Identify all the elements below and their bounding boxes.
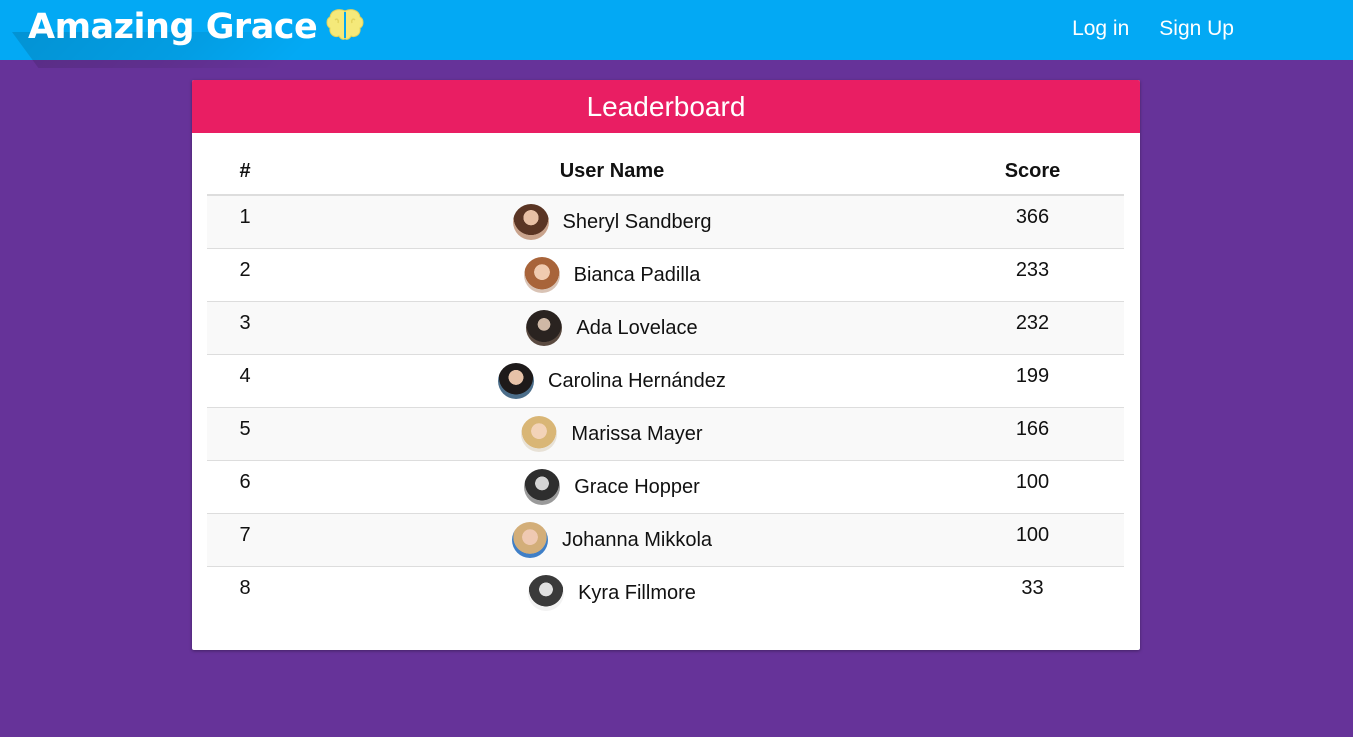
user-name: Bianca Padilla — [573, 263, 701, 286]
leaderboard-title: Leaderboard — [192, 80, 1140, 133]
signup-link[interactable]: Sign Up — [1159, 17, 1234, 41]
user-info[interactable]: Marissa Mayer — [521, 408, 703, 460]
user-cell: Ada Lovelace — [283, 301, 941, 355]
user-info[interactable]: Carolina Hernández — [498, 355, 726, 407]
score-cell: 233 — [941, 248, 1124, 302]
score-cell: 366 — [941, 195, 1124, 249]
leaderboard-card: Leaderboard # User Name Score 1 Sheryl Sa… — [192, 80, 1140, 650]
table-row[interactable]: 5 Marissa Mayer 166 — [207, 407, 1124, 461]
table-row[interactable]: 1 Sheryl Sandberg 366 — [207, 195, 1124, 249]
user-info[interactable]: Sheryl Sandberg — [512, 196, 712, 248]
user-info[interactable]: Grace Hopper — [524, 461, 700, 513]
user-info[interactable]: Kyra Fillmore — [528, 567, 696, 619]
user-name: Ada Lovelace — [576, 316, 698, 339]
table-row[interactable]: 3 Ada Lovelace 232 — [207, 301, 1124, 355]
table-row[interactable]: 6 Grace Hopper 100 — [207, 460, 1124, 514]
table-row[interactable]: 4 Carolina Hernández 199 — [207, 354, 1124, 408]
user-cell: Marissa Mayer — [283, 407, 941, 461]
avatar — [511, 522, 548, 558]
rank-cell: 2 — [207, 248, 283, 302]
user-name: Kyra Fillmore — [578, 581, 696, 604]
rank-cell: 8 — [207, 566, 283, 619]
brain-icon — [326, 9, 364, 40]
user-info[interactable]: Johanna Mikkola — [511, 514, 713, 566]
brand-logo[interactable]: Amazing Grace — [28, 2, 365, 52]
user-info[interactable]: Ada Lovelace — [526, 302, 698, 354]
leaderboard-table: # User Name Score 1 Sheryl Sandberg 366 2 Bi… — [207, 156, 1124, 619]
avatar — [521, 416, 558, 452]
user-cell: Bianca Padilla — [283, 248, 941, 302]
rank-cell: 6 — [207, 460, 283, 514]
column-header-score[interactable]: Score — [941, 156, 1124, 196]
avatar — [528, 575, 565, 611]
user-name: Johanna Mikkola — [561, 528, 713, 551]
user-cell: Grace Hopper — [283, 460, 941, 514]
user-cell: Johanna Mikkola — [283, 513, 941, 567]
brand-name: Amazing Grace — [28, 7, 318, 47]
avatar — [526, 310, 563, 346]
score-cell: 100 — [941, 513, 1124, 567]
rank-cell: 1 — [207, 195, 283, 249]
table-row[interactable]: 7 Johanna Mikkola 100 — [207, 513, 1124, 567]
table-header-row: # User Name Score — [207, 156, 1124, 196]
rank-cell: 7 — [207, 513, 283, 567]
table-row[interactable]: 2 Bianca Padilla 233 — [207, 248, 1124, 302]
user-name: Sheryl Sandberg — [562, 210, 712, 233]
avatar — [498, 363, 535, 399]
login-link[interactable]: Log in — [1072, 17, 1129, 41]
score-cell: 100 — [941, 460, 1124, 514]
nav-links: Log in Sign Up — [1042, 0, 1234, 58]
user-name: Grace Hopper — [574, 475, 700, 498]
user-info[interactable]: Bianca Padilla — [523, 249, 701, 301]
score-cell: 232 — [941, 301, 1124, 355]
rank-cell: 5 — [207, 407, 283, 461]
user-name: Carolina Hernández — [548, 369, 726, 392]
table-row[interactable]: 8 Kyra Fillmore 33 — [207, 566, 1124, 619]
score-cell: 33 — [941, 566, 1124, 619]
rank-cell: 3 — [207, 301, 283, 355]
score-cell: 166 — [941, 407, 1124, 461]
avatar — [524, 469, 561, 505]
column-header-user-name[interactable]: User Name — [283, 156, 941, 196]
top-navbar: Amazing Grace Log in Sign Up — [0, 0, 1353, 68]
score-cell: 199 — [941, 354, 1124, 408]
user-name: Marissa Mayer — [571, 422, 703, 445]
avatar — [523, 257, 560, 293]
user-cell: Sheryl Sandberg — [283, 195, 941, 249]
user-cell: Carolina Hernández — [283, 354, 941, 408]
rank-cell: 4 — [207, 354, 283, 408]
user-cell: Kyra Fillmore — [283, 566, 941, 619]
avatar — [512, 204, 549, 240]
column-header-rank[interactable]: # — [207, 156, 283, 196]
